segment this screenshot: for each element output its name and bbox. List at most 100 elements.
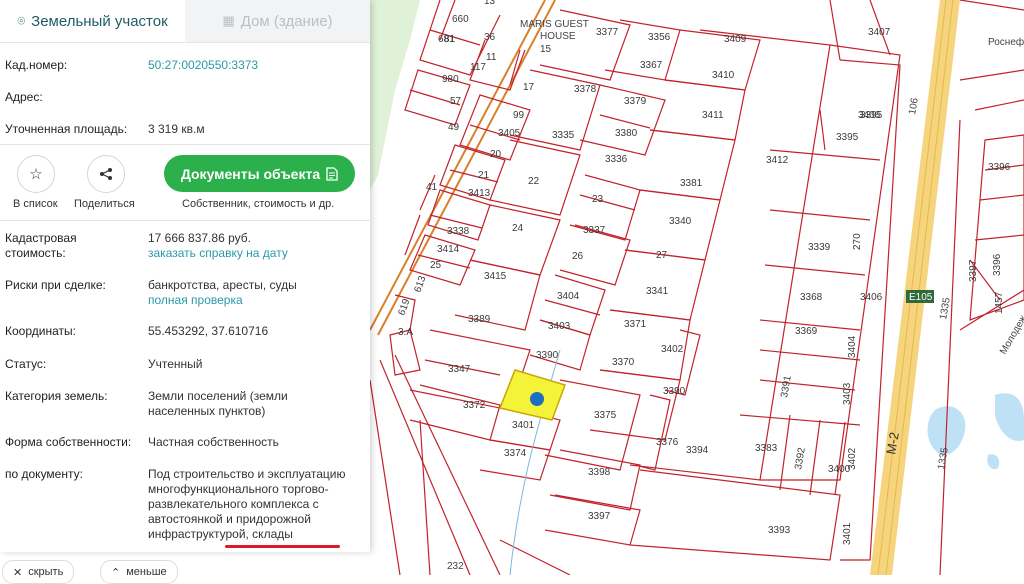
plot-number-label: 3390 — [663, 386, 686, 397]
object-documents-label: Документы объекта — [180, 165, 321, 182]
plot-number-label: 270 — [852, 233, 863, 250]
hide-panel-button[interactable]: ✕ скрыть — [2, 560, 75, 584]
plot-number-label: 980 — [442, 74, 459, 85]
plot-number-label: 13 — [484, 0, 496, 7]
plot-number-label: 3403 — [842, 382, 853, 405]
plot-number-label: 3371 — [624, 319, 647, 330]
risks-value: банкротства, аресты, суды — [148, 278, 297, 292]
divider — [0, 144, 370, 145]
plot-number-label: 81 — [444, 34, 456, 45]
status-value: Учтенный — [148, 357, 203, 371]
plot-number-label: 3336 — [605, 154, 628, 165]
poi-label: Роснеф — [988, 36, 1024, 48]
area-label: Уточненная площадь: — [5, 122, 128, 136]
plot-number-label: 3403 — [548, 321, 571, 332]
plot-number-label: 1457 — [994, 291, 1005, 314]
plot-number-label: 21 — [478, 170, 490, 181]
tab-building-label: Дом (здание) — [240, 12, 333, 30]
document-purpose-value: Под строительство и эксплуатацию многофу… — [148, 467, 346, 541]
plot-number-label: 3404 — [847, 335, 858, 358]
plot-number-label: 3411 — [702, 110, 724, 121]
share-icon — [100, 168, 112, 180]
plot-number-label: 24 — [512, 223, 524, 234]
land-category-value: Земли поселений (земли населенных пункто… — [148, 389, 288, 418]
plot-number-label: 3394 — [686, 445, 709, 456]
object-documents-button[interactable]: Документы объекта — [164, 155, 355, 192]
plot-number-label: 117 — [470, 62, 486, 73]
plot-number-label: 57 — [450, 96, 462, 107]
plot-number-label: 3407 — [868, 27, 891, 38]
plot-number-label: 3413 — [468, 188, 491, 199]
divider — [0, 220, 370, 221]
land-category-label: Категория земель: — [5, 389, 108, 403]
hotel-label: MARIS GUEST — [520, 19, 589, 30]
plot-number-label: 660 — [452, 14, 469, 25]
plot-number-label: 3339 — [808, 242, 831, 253]
cadnum-value[interactable]: 50:27:0020550:3373 — [148, 58, 358, 73]
plot-number-label: 3410 — [712, 70, 735, 81]
area-value: 3 319 кв.м — [148, 122, 205, 136]
plot-number-label: 3389 — [468, 314, 491, 325]
plot-number-label: 3376 — [656, 437, 679, 448]
plot-number-label: 3356 — [648, 32, 671, 43]
plot-number-label: 3370 — [612, 357, 635, 368]
tab-land-plot[interactable]: ⌾ Земельный участок — [0, 0, 185, 42]
plot-number-label: 3397 — [968, 259, 979, 282]
plot-number-label: 3369 — [795, 326, 818, 337]
plot-number-label: 3.А — [398, 327, 413, 338]
status-label: Статус: — [5, 357, 47, 371]
address-label: Адрес: — [5, 90, 43, 104]
plot-number-label: 3414 — [437, 244, 460, 255]
plot-number-label: 23 — [592, 194, 604, 205]
plot-number-label: 3402 — [847, 447, 858, 470]
close-icon: ✕ — [13, 566, 23, 579]
tab-land-plot-label: Земельный участок — [31, 12, 168, 30]
order-certificate-link[interactable]: заказать справку на дату — [148, 246, 358, 261]
plot-number-label: 3375 — [594, 410, 617, 421]
share-button[interactable] — [87, 155, 125, 193]
bottom-plot-label: 232 — [447, 561, 464, 572]
plot-number-label: 3390 — [536, 350, 559, 361]
hide-panel-label: скрыть — [28, 566, 64, 578]
full-check-link[interactable]: полная проверка — [148, 293, 358, 308]
plot-number-label: 3397 — [588, 511, 611, 522]
plot-number-label: 3374 — [504, 448, 527, 459]
plot-number-label: 20 — [490, 149, 502, 160]
plot-number-label: 15 — [540, 44, 552, 55]
plot-number-label: 3381 — [680, 178, 703, 189]
info-panel: ⌾ Земельный участок ▦ Дом (здание) Кад.н… — [0, 0, 370, 552]
plot-number-label: 3396 — [988, 162, 1011, 173]
plot-number-label: 3383 — [755, 443, 778, 454]
building-icon: ▦ — [222, 13, 235, 28]
risks-label: Риски при сделке: — [5, 278, 106, 292]
plot-number-label: 3404 — [557, 291, 580, 302]
plot-number-label: 27 — [656, 250, 668, 261]
coordinates-value: 55.453292, 37.610716 — [148, 324, 269, 338]
plot-number-label: 3401 — [842, 522, 853, 545]
selected-plot-marker[interactable] — [530, 392, 544, 406]
plot-number-label: 3379 — [624, 96, 647, 107]
plot-number-label: 3341 — [646, 286, 669, 297]
plot-number-label: 3337 — [583, 225, 606, 236]
plot-number-label: 25 — [430, 260, 442, 271]
red-underline-annotation — [225, 545, 340, 548]
plot-number-label: 11 — [486, 52, 497, 63]
object-documents-subtitle: Собственник, стоимость и др. — [182, 198, 335, 210]
plot-number-label: 3340 — [669, 216, 692, 227]
plot-number-label: 3405 — [498, 128, 521, 139]
plot-number-label: 3377 — [596, 27, 619, 38]
plot-number-label: 3401 — [512, 420, 535, 431]
plot-number-label: 49 — [448, 122, 460, 133]
panel-tabs: ⌾ Земельный участок ▦ Дом (здание) — [0, 0, 370, 43]
tab-building[interactable]: ▦ Дом (здание) — [185, 0, 370, 42]
hotel-label-2: HOUSE — [540, 31, 576, 42]
add-to-list-button[interactable]: ☆ — [17, 155, 55, 193]
plot-number-label: 22 — [528, 176, 540, 187]
coordinates-label: Координаты: — [5, 324, 76, 338]
plot-number-label: 3402 — [661, 344, 684, 355]
map-pin-icon: ⌾ — [17, 13, 26, 28]
ownership-value: Частная собственность — [148, 435, 279, 449]
collapse-button[interactable]: ⌃ меньше — [100, 560, 178, 584]
plot-number-label: 3338 — [447, 226, 470, 237]
collapse-label: меньше — [126, 566, 167, 578]
